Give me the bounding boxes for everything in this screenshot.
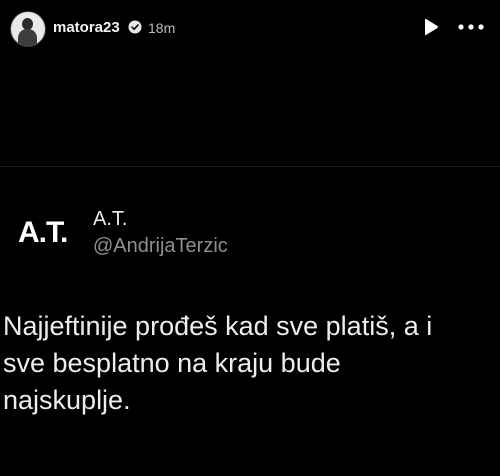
story-timestamp: 18m — [148, 20, 176, 36]
avatar-body — [18, 29, 37, 46]
more-options-icon[interactable] — [458, 24, 484, 30]
avatar[interactable] — [10, 11, 46, 47]
tweet-text-line: najskuplje. — [3, 385, 131, 415]
tweet-display-name: A.T. — [93, 208, 128, 230]
tweet-text: Najjeftinije prođeš kad sve platiš, a i … — [3, 308, 500, 419]
tweet-handle: @AndrijaTerzic — [93, 235, 228, 257]
story-header: matora23 18m — [0, 0, 500, 56]
verified-badge-icon — [128, 20, 142, 34]
tweet-text-line: Najjeftinije prođeš kad sve platiš, a i — [3, 311, 433, 341]
story-username[interactable]: matora23 — [53, 19, 120, 36]
content-divider — [0, 166, 500, 167]
play-icon[interactable] — [423, 18, 439, 36]
tweet-text-line: sve besplatno na kraju bude — [3, 348, 341, 378]
tweet-author-logo: A.T. — [18, 216, 68, 249]
